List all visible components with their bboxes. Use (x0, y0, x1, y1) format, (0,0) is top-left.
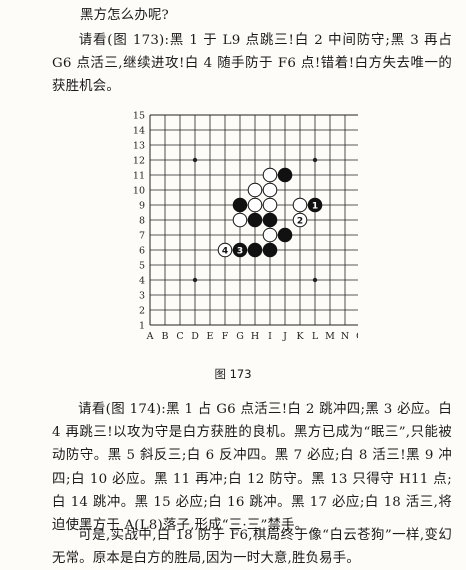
black-stone (247, 242, 263, 258)
white-stone (262, 167, 278, 183)
row-label: 9 (139, 201, 145, 212)
stone-move-number: 3 (237, 246, 243, 256)
black-stone (277, 167, 293, 183)
star-point (192, 277, 198, 283)
row-label: 8 (139, 216, 145, 227)
column-label: L (312, 331, 319, 342)
row-label: 15 (133, 111, 145, 122)
row-label: 10 (133, 186, 145, 197)
paragraph-3: 可是,实战中,白 18 防于 F6,棋局终于像“白云苍狗”一样,变幻无常。原本是… (52, 524, 452, 570)
column-label: D (191, 331, 199, 342)
row-label: 3 (139, 291, 145, 302)
white-stone (247, 182, 263, 198)
black-stone (262, 212, 278, 228)
paragraph-2-text: 请看(图 174):黑 1 占 G6 点活三!白 2 跳冲四;黑 3 必应。白 … (52, 402, 452, 534)
paragraph-1-text: 请看(图 173):黑 1 于 L9 点跳三!白 2 中间防守;黑 3 再占 G… (52, 33, 452, 95)
column-label: G (236, 331, 244, 342)
white-stone (232, 212, 248, 228)
figure-caption: 图 173 (214, 367, 252, 381)
black-stone (247, 212, 263, 228)
heading: 黑方怎么办呢? (80, 8, 169, 23)
stone-move-number: 1 (312, 201, 318, 211)
column-label: A (146, 331, 154, 342)
gomoku-board-diagram: 151413121110987654321ABCDEFGHIJKLMNO1243 (133, 111, 358, 342)
column-label: O (356, 331, 358, 342)
white-stone (292, 197, 308, 213)
row-label: 2 (139, 306, 145, 317)
row-label: 6 (139, 246, 145, 257)
row-label: 5 (139, 261, 145, 272)
row-label: 11 (133, 171, 145, 182)
star-point (312, 157, 318, 163)
column-label: M (325, 331, 335, 342)
white-stone (262, 227, 278, 243)
row-label: 14 (133, 126, 145, 137)
paragraph-1: 请看(图 173):黑 1 于 L9 点跳三!白 2 中间防守;黑 3 再占 G… (52, 29, 452, 99)
column-label: K (296, 331, 304, 342)
star-point (192, 157, 198, 163)
column-label: I (268, 331, 272, 342)
stone-move-number: 4 (222, 246, 228, 256)
black-stone (232, 197, 248, 213)
white-stone (262, 182, 278, 198)
row-label: 12 (133, 156, 145, 167)
stone-move-number: 2 (297, 216, 303, 226)
black-stone (262, 242, 278, 258)
column-label: N (341, 331, 349, 342)
row-label: 1 (139, 321, 145, 332)
paragraph-2: 请看(图 174):黑 1 占 G6 点活三!白 2 跳冲四;黑 3 必应。白 … (52, 398, 452, 537)
row-label: 13 (133, 141, 145, 152)
column-label: B (162, 331, 169, 342)
column-label: J (282, 331, 287, 342)
column-label: F (222, 331, 229, 342)
white-stone (247, 197, 263, 213)
star-point (312, 277, 318, 283)
row-label: 4 (139, 276, 145, 287)
paragraph-3-text: 可是,实战中,白 18 防于 F6,棋局终于像“白云苍狗”一样,变幻无常。原本是… (52, 528, 452, 567)
column-label: E (207, 331, 214, 342)
row-label: 7 (139, 231, 145, 242)
black-stone (277, 227, 293, 243)
white-stone (262, 197, 278, 213)
column-label: C (176, 331, 183, 342)
column-label: H (251, 331, 259, 342)
